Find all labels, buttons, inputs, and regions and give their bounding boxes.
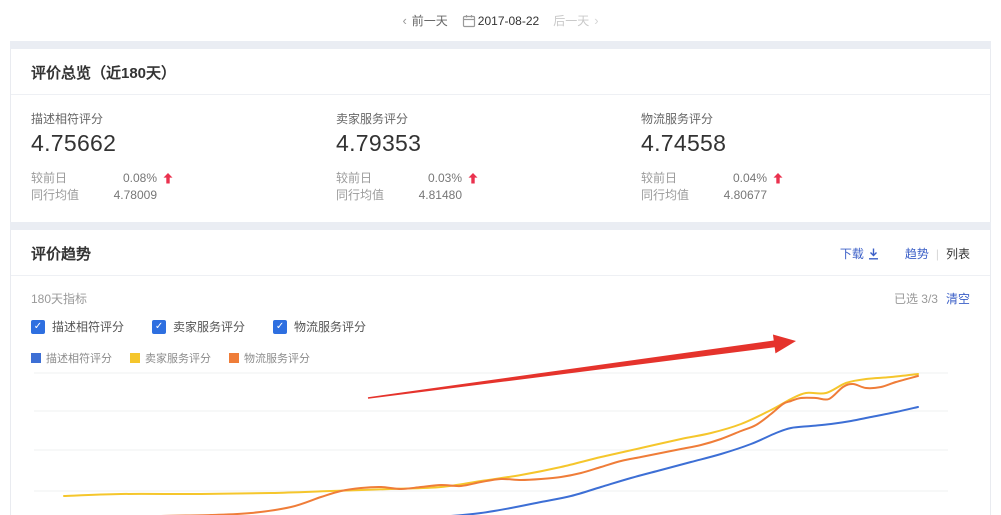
legend-swatch (130, 353, 140, 363)
metric-value: 4.75662 (31, 130, 336, 157)
legend-swatch (229, 353, 239, 363)
peer-avg-value: 4.80677 (709, 187, 767, 204)
metric-value: 4.74558 (641, 130, 946, 157)
download-button[interactable]: 下载 (840, 245, 879, 262)
clear-selection-button[interactable]: 清空 (946, 290, 970, 307)
trend-up-icon (468, 173, 478, 184)
next-day-label: 后一天 (553, 12, 589, 29)
vs-prev-day-label: 较前日 (641, 170, 709, 187)
overview-card: 评价总览（近180天） 描述相符评分 4.75662 较前日 0.08% 同行均… (10, 49, 991, 222)
overview-title: 评价总览（近180天） (31, 62, 176, 83)
next-day-button: 后一天 › (553, 12, 598, 29)
trend-up-icon (163, 173, 173, 184)
metric-row: 描述相符评分 4.75662 较前日 0.08% 同行均值 4.78009 卖家… (11, 95, 990, 222)
vs-prev-day-value: 0.08% (99, 170, 157, 187)
trend-title: 评价趋势 (31, 243, 91, 264)
view-trend-tab[interactable]: 趋势 (905, 245, 929, 262)
period-indicator-label: 180天指标 (31, 290, 87, 307)
view-list-tab[interactable]: 列表 (946, 245, 970, 262)
peer-avg-value: 4.78009 (99, 187, 157, 204)
legend-logistics-score[interactable]: 物流服务评分 (229, 350, 310, 366)
peer-avg-label: 同行均值 (641, 187, 709, 204)
metric-description-score: 描述相符评分 4.75662 较前日 0.08% 同行均值 4.78009 (31, 110, 336, 204)
download-icon (868, 248, 879, 260)
trend-up-icon (773, 173, 783, 184)
section-divider-band (10, 41, 991, 49)
vs-prev-day-value: 0.03% (404, 170, 462, 187)
metric-label: 卖家服务评分 (336, 110, 641, 127)
peer-avg-value: 4.81480 (404, 187, 462, 204)
legend-swatch (31, 353, 41, 363)
metric-logistics-score: 物流服务评分 4.74558 较前日 0.04% 同行均值 4.80677 (641, 110, 946, 204)
vs-prev-day-label: 较前日 (336, 170, 404, 187)
metric-value: 4.79353 (336, 130, 641, 157)
chevron-right-icon: › (594, 13, 598, 28)
chart-legend: 描述相符评分 卖家服务评分 物流服务评分 (11, 335, 990, 366)
legend-seller-service-score[interactable]: 卖家服务评分 (130, 350, 211, 366)
prev-day-button[interactable]: ‹ 前一天 (402, 12, 447, 29)
selected-count: 已选 3/3 (894, 290, 938, 307)
metric-label: 描述相符评分 (31, 110, 336, 127)
prev-day-label: 前一天 (412, 12, 448, 29)
vs-prev-day-value: 0.04% (709, 170, 767, 187)
metric-label: 物流服务评分 (641, 110, 946, 127)
metric-seller-service-score: 卖家服务评分 4.79353 较前日 0.03% 同行均值 4.81480 (336, 110, 641, 204)
view-toggle-divider: | (936, 247, 939, 261)
calendar-icon[interactable] (462, 14, 476, 28)
chevron-left-icon: ‹ (402, 13, 406, 28)
download-label: 下载 (840, 245, 864, 262)
peer-avg-label: 同行均值 (336, 187, 404, 204)
vs-prev-day-label: 较前日 (31, 170, 99, 187)
date-nav-bar: ‹ 前一天 2017-08-22 后一天 › (0, 0, 1001, 41)
peer-avg-label: 同行均值 (31, 187, 99, 204)
trend-card: 评价趋势 下载 趋势 | 列表 180天指标 已选 3/3 (10, 230, 991, 515)
legend-description-score[interactable]: 描述相符评分 (31, 350, 112, 366)
section-divider-band (10, 222, 991, 230)
current-date[interactable]: 2017-08-22 (478, 14, 539, 28)
